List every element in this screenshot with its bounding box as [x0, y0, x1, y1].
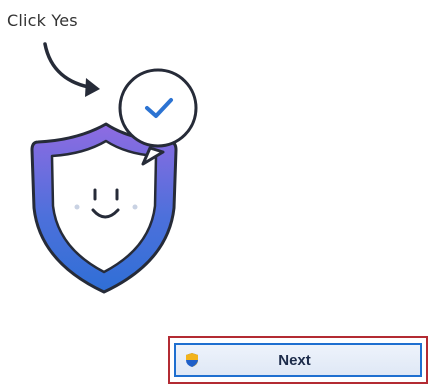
next-button-label: Next [278, 351, 311, 369]
curved-arrow-icon [43, 42, 100, 97]
next-button[interactable]: Next [174, 343, 422, 377]
security-illustration [30, 42, 198, 294]
next-button-highlight: Next [168, 336, 428, 384]
uac-shield-icon [185, 352, 199, 368]
